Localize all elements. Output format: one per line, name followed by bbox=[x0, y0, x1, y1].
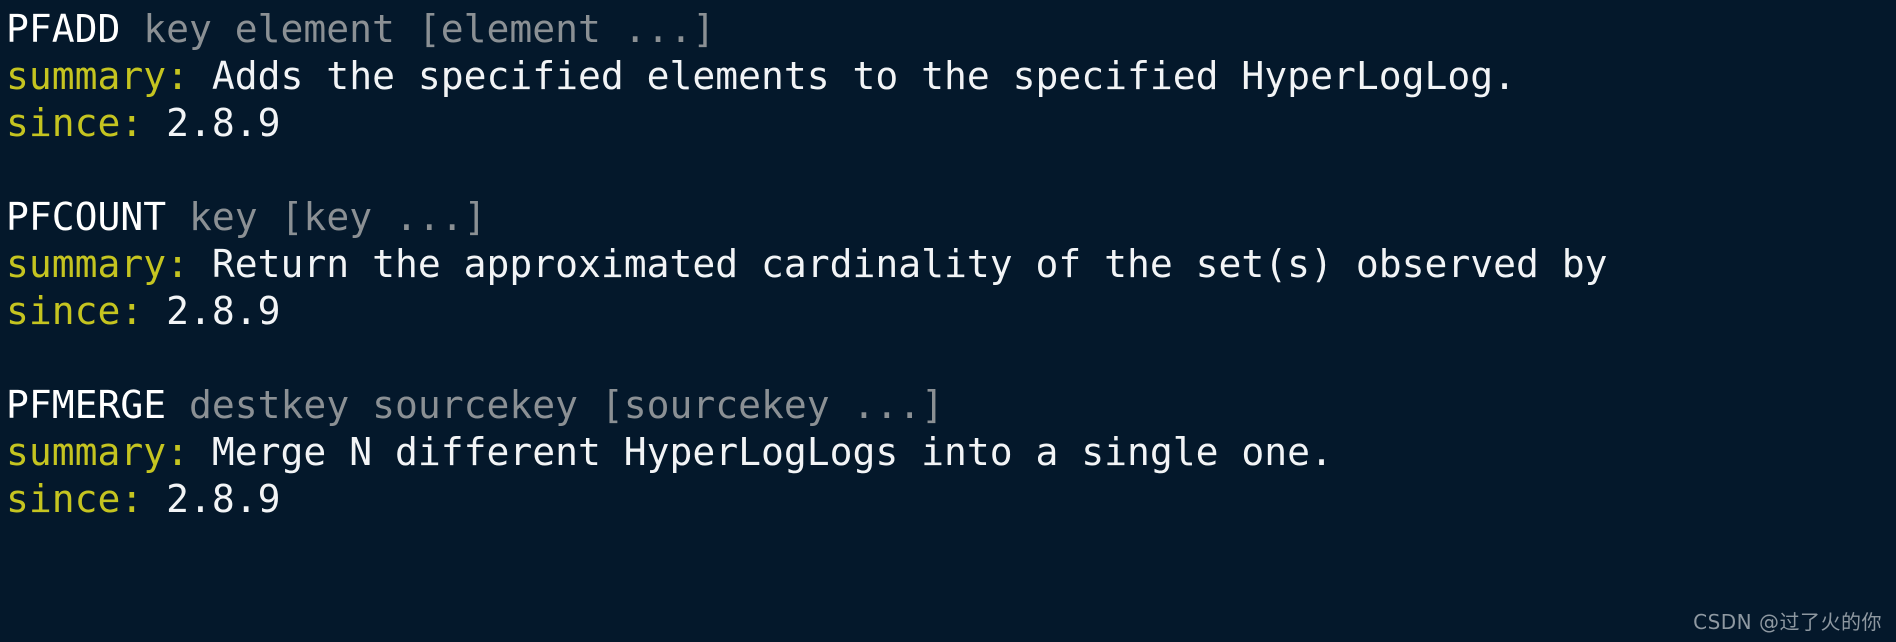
command-name: PFADD bbox=[6, 7, 121, 51]
since-value: 2.8.9 bbox=[166, 477, 281, 521]
command-args bbox=[166, 383, 189, 427]
summary-label: summary: bbox=[6, 242, 190, 286]
summary-label: summary: bbox=[6, 430, 190, 474]
since-line: since: 2.8.9 bbox=[6, 100, 1896, 147]
csdn-watermark: CSDN @过了火的你 bbox=[1693, 610, 1882, 634]
summary-value: Return the approximated cardinality of t… bbox=[211, 242, 1608, 286]
command-signature-line: PFADD key element [element ...] bbox=[6, 6, 1896, 53]
since-label: since: bbox=[6, 101, 144, 145]
command-signature-line: PFMERGE destkey sourcekey [sourcekey ...… bbox=[6, 382, 1896, 429]
terminal-output[interactable]: PFADD key element [element ...] summary:… bbox=[0, 0, 1896, 642]
command-name: PFMERGE bbox=[6, 383, 167, 427]
since-value: 2.8.9 bbox=[166, 101, 281, 145]
summary-line: summary: Return the approximated cardina… bbox=[6, 241, 1896, 288]
since-label: since: bbox=[6, 477, 144, 521]
since-label: since: bbox=[6, 289, 144, 333]
since-value: 2.8.9 bbox=[166, 289, 281, 333]
command-args-text: destkey sourcekey [sourcekey ...] bbox=[189, 383, 945, 427]
command-name: PFCOUNT bbox=[6, 195, 167, 239]
since-line: since: 2.8.9 bbox=[6, 288, 1896, 335]
command-args bbox=[120, 7, 143, 51]
since-line: since: 2.8.9 bbox=[6, 476, 1896, 523]
command-signature-line: PFCOUNT key [key ...] bbox=[6, 194, 1896, 241]
summary-line: summary: Merge N different HyperLogLogs … bbox=[6, 429, 1896, 476]
command-args-text: key element [element ...] bbox=[143, 7, 716, 51]
summary-value: Adds the specified elements to the speci… bbox=[211, 54, 1516, 98]
command-args bbox=[166, 195, 189, 239]
summary-line: summary: Adds the specified elements to … bbox=[6, 53, 1896, 100]
summary-value: Merge N different HyperLogLogs into a si… bbox=[211, 430, 1333, 474]
command-args-text: key [key ...] bbox=[189, 195, 487, 239]
summary-label: summary: bbox=[6, 54, 190, 98]
